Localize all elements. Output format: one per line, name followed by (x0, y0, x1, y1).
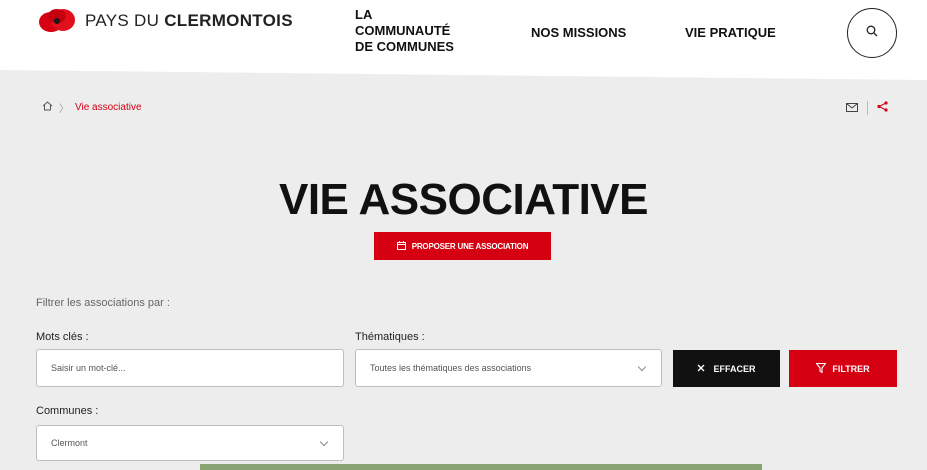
site-logo[interactable]: PAYS DU CLERMONTOIS (37, 8, 293, 34)
close-icon (697, 364, 705, 374)
communes-label: Communes : (36, 405, 99, 417)
site-name-main: CLERMONTOIS (164, 11, 293, 30)
share-tools (846, 99, 888, 117)
nav-communaute[interactable]: LA COMMUNAUTÉ DE COMMUNES (355, 7, 475, 55)
search-icon (866, 24, 878, 42)
chevron-down-icon (319, 437, 329, 446)
filter-icon (815, 362, 827, 375)
mail-icon[interactable] (846, 99, 858, 117)
site-name: PAYS DU CLERMONTOIS (85, 11, 293, 31)
breadcrumb-current: Vie associative (75, 102, 142, 113)
propose-association-button[interactable]: PROPOSER UNE ASSOCIATION (374, 232, 551, 260)
calendar-icon (396, 240, 406, 252)
search-button[interactable] (847, 8, 897, 58)
page-title: VIE ASSOCIATIVE (278, 175, 649, 224)
breadcrumb: 〉 Vie associative (42, 100, 142, 115)
clear-filters-button[interactable]: EFFACER (673, 350, 780, 387)
apply-filter-button[interactable]: FILTRER (789, 350, 897, 387)
thematiques-select[interactable]: Toutes les thématiques des associations (355, 349, 662, 387)
nav-vie-pratique[interactable]: VIE PRATIQUE (685, 25, 776, 41)
site-name-prefix: PAYS DU (85, 11, 165, 30)
communes-select[interactable]: Clermont (36, 425, 344, 461)
share-divider (867, 101, 868, 115)
poppy-flower-icon (37, 8, 77, 34)
thematiques-value: Toutes les thématiques des associations (370, 363, 532, 373)
green-content-block (200, 464, 762, 470)
communes-value: Clermont (51, 438, 88, 448)
thematiques-label: Thématiques : (355, 331, 425, 343)
site-header: PAYS DU CLERMONTOIS LA COMMUNAUTÉ DE COM… (0, 0, 927, 70)
keywords-input[interactable]: Saisir un mot-clé... (36, 349, 344, 387)
clear-filters-label: EFFACER (713, 363, 756, 374)
filter-intro: Filtrer les associations par : (36, 297, 170, 309)
apply-filter-label: FILTRER (832, 363, 870, 374)
propose-association-label: PROPOSER UNE ASSOCIATION (411, 241, 529, 251)
breadcrumb-separator: 〉 (59, 104, 69, 115)
nav-missions[interactable]: NOS MISSIONS (531, 25, 626, 41)
keywords-label: Mots clés : (36, 331, 89, 343)
home-icon[interactable] (42, 101, 53, 114)
chevron-down-icon (637, 362, 647, 371)
share-icon[interactable] (877, 99, 888, 117)
keywords-placeholder: Saisir un mot-clé... (51, 363, 126, 373)
